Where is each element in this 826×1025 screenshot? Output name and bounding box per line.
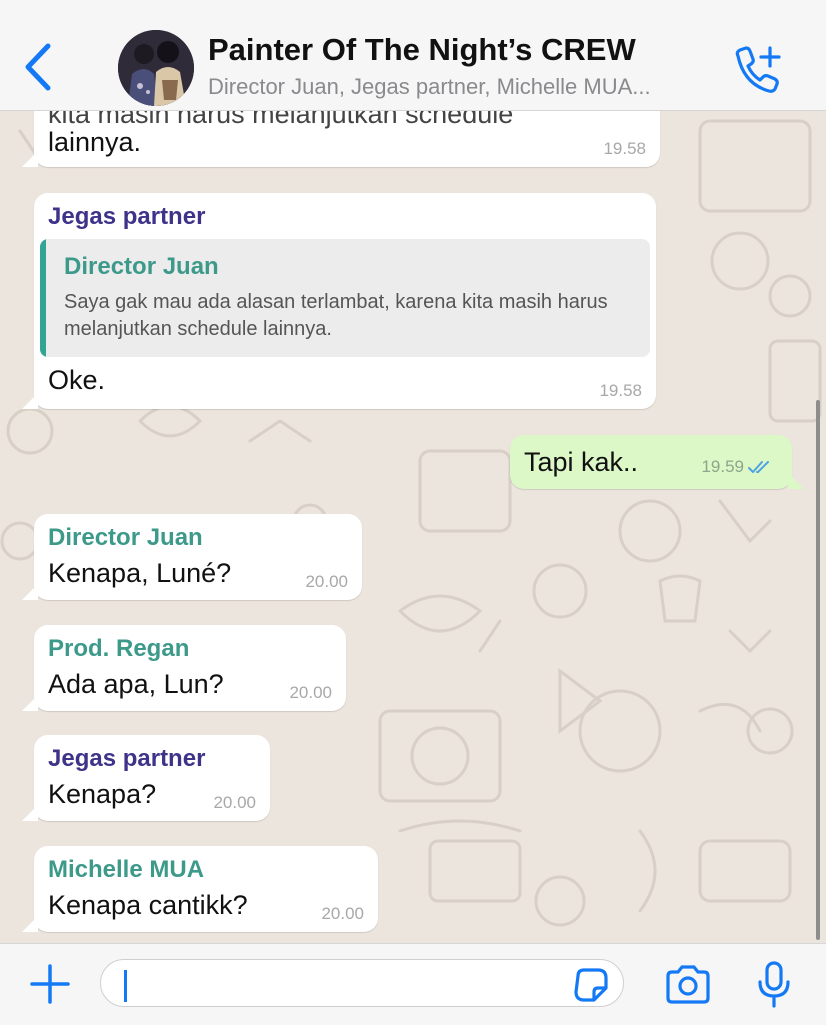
message-time: 20.00 [289, 683, 332, 702]
message-sender: Director Juan [48, 524, 203, 551]
message-text: Ada apa, Lun? [48, 669, 224, 699]
message-text: Oke. [48, 365, 106, 395]
message-bubble[interactable]: Jegas partner Kenapa? 20.00 [22, 735, 270, 821]
composer-bar [0, 943, 826, 1025]
message-sender: Jegas partner [48, 745, 206, 772]
message-text: Kenapa? [48, 779, 157, 809]
message-bubble[interactable]: Prod. Regan Ada apa, Lun? 20.00 [22, 625, 346, 711]
scrollbar[interactable] [816, 400, 820, 940]
chat-header: Painter Of The Night’s CREW Director Jua… [0, 0, 826, 111]
message-time: 20.00 [305, 572, 348, 591]
message-time: 20.00 [213, 793, 256, 812]
attach-button[interactable] [28, 962, 72, 1006]
message-time: 20.00 [321, 904, 364, 923]
add-call-icon [735, 46, 781, 93]
message-time: 19.58 [599, 381, 642, 400]
camera-icon [666, 965, 710, 1004]
message-text: Tapi kak.. [524, 447, 639, 477]
add-call-button[interactable] [730, 42, 786, 94]
message-sender: Prod. Regan [48, 635, 190, 662]
message-bubble[interactable]: kita masih harus melanjutkan schedule la… [22, 111, 660, 167]
chat-title[interactable]: Painter Of The Night’s CREW [208, 32, 636, 68]
chat-participants[interactable]: Director Juan, Jegas partner, Michelle M… [208, 74, 723, 100]
microphone-icon [758, 961, 790, 1008]
message-text: lainnya. [48, 127, 142, 157]
back-button[interactable] [20, 40, 60, 96]
sticker-button[interactable] [572, 966, 610, 1004]
message-bubble[interactable]: Michelle MUA Kenapa cantikk? 20.00 [22, 846, 378, 932]
message-bubble-outgoing[interactable]: Tapi kak.. 19.59 [510, 435, 804, 489]
chevron-left-icon [25, 43, 51, 91]
quoted-text: Saya gak mau ada alasan terlambat, karen… [64, 291, 608, 340]
message-bubble[interactable]: Director Juan Kenapa, Luné? 20.00 [22, 514, 362, 600]
message-time: 19.59 [701, 457, 744, 476]
text-caret [124, 970, 127, 1002]
message-text: Kenapa, Luné? [48, 558, 232, 588]
camera-button[interactable] [664, 964, 712, 1006]
message-list[interactable]: kita masih harus melanjutkan schedule la… [0, 111, 826, 943]
double-check-icon [748, 461, 769, 473]
group-avatar[interactable] [118, 30, 194, 106]
quoted-message[interactable]: Director Juan Saya gak mau ada alasan te… [40, 239, 650, 357]
quoted-sender: Director Juan [64, 253, 219, 280]
plus-icon [30, 964, 70, 1004]
message-sender: Jegas partner [48, 203, 206, 230]
microphone-button[interactable] [756, 960, 792, 1010]
message-time: 19.58 [603, 139, 646, 158]
message-input[interactable] [100, 959, 624, 1007]
message-text: Kenapa cantikk? [48, 890, 248, 920]
message-bubble[interactable]: Jegas partner Director Juan Saya gak mau… [22, 193, 656, 409]
sticker-icon [574, 968, 608, 1002]
message-sender: Michelle MUA [48, 856, 205, 883]
